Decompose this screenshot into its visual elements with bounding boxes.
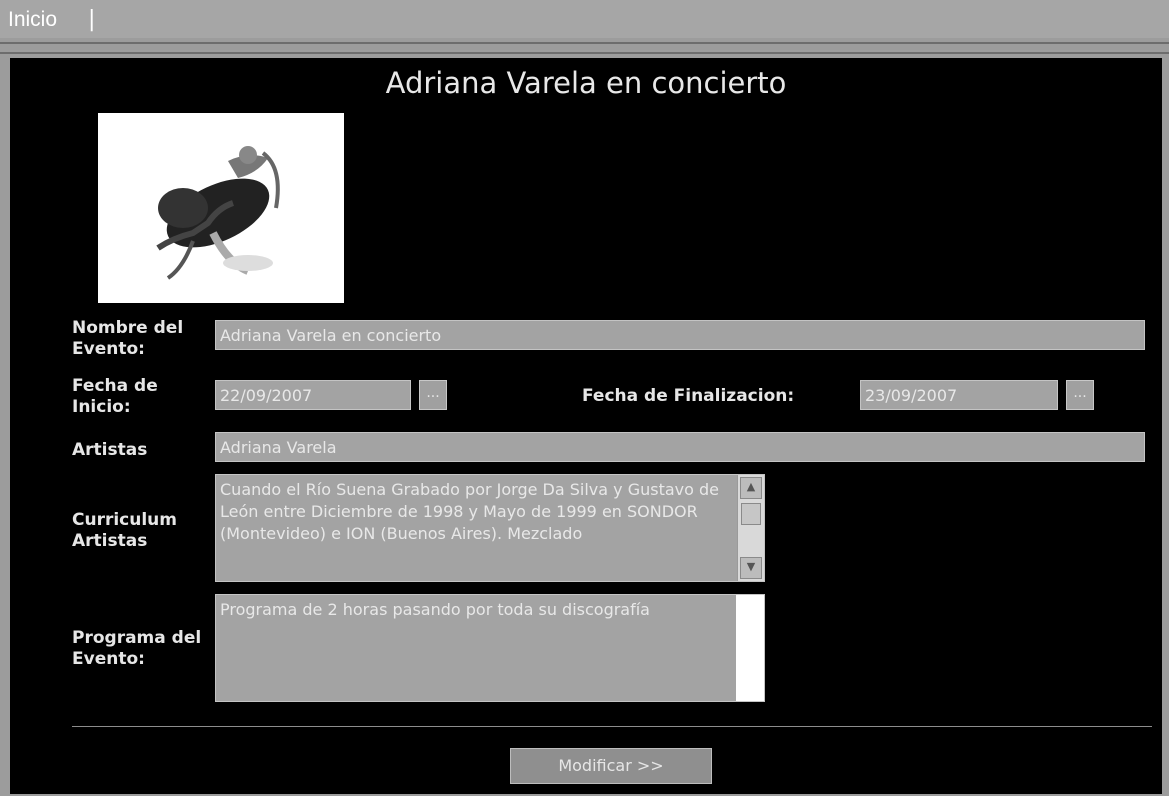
dancer-image bbox=[98, 113, 344, 303]
program-text: Programa de 2 horas pasando por toda su … bbox=[220, 600, 650, 619]
artists-field[interactable]: Adriana Varela bbox=[215, 432, 1145, 462]
curriculum-text: Cuando el Río Suena Grabado por Jorge Da… bbox=[220, 480, 720, 543]
top-nav-bar: Inicio | bbox=[0, 0, 1169, 38]
event-title: Adriana Varela en concierto bbox=[385, 66, 787, 100]
label-start-date: Fecha de Inicio: bbox=[72, 376, 158, 417]
divider-line bbox=[0, 42, 1169, 44]
modify-button[interactable]: Modificar >> bbox=[510, 748, 712, 784]
scroll-down-icon[interactable]: ▼ bbox=[740, 557, 762, 579]
event-photo bbox=[98, 113, 344, 303]
label-event-name: Nombre del Evento: bbox=[72, 318, 184, 359]
curriculum-scrollbar[interactable]: ▲ ▼ bbox=[737, 475, 764, 581]
label-program: Programa del Evento: bbox=[72, 628, 202, 669]
program-textarea[interactable]: Programa de 2 horas pasando por toda su … bbox=[215, 594, 765, 702]
nav-separator: | bbox=[88, 7, 96, 32]
end-date-picker-button[interactable]: ... bbox=[1066, 380, 1094, 410]
program-scroll-area bbox=[736, 595, 764, 701]
divider-line bbox=[0, 52, 1169, 54]
start-date-field[interactable]: 22/09/2007 bbox=[215, 380, 411, 410]
start-date-picker-button[interactable]: ... bbox=[419, 380, 447, 410]
curriculum-textarea[interactable]: Cuando el Río Suena Grabado por Jorge Da… bbox=[215, 474, 765, 582]
event-name-field[interactable]: Adriana Varela en concierto bbox=[215, 320, 1145, 350]
scroll-thumb[interactable] bbox=[741, 503, 761, 525]
home-link[interactable]: Inicio bbox=[8, 8, 57, 32]
event-form-panel: Adriana Varela en concierto Nombre del E… bbox=[10, 58, 1162, 794]
label-end-date: Fecha de Finalizacion: bbox=[582, 386, 795, 406]
form-divider bbox=[72, 726, 1152, 727]
end-date-field[interactable]: 23/09/2007 bbox=[860, 380, 1058, 410]
label-curriculum: Curriculum Artistas bbox=[72, 510, 177, 551]
label-artists: Artistas bbox=[72, 440, 148, 460]
scroll-up-icon[interactable]: ▲ bbox=[740, 477, 762, 499]
